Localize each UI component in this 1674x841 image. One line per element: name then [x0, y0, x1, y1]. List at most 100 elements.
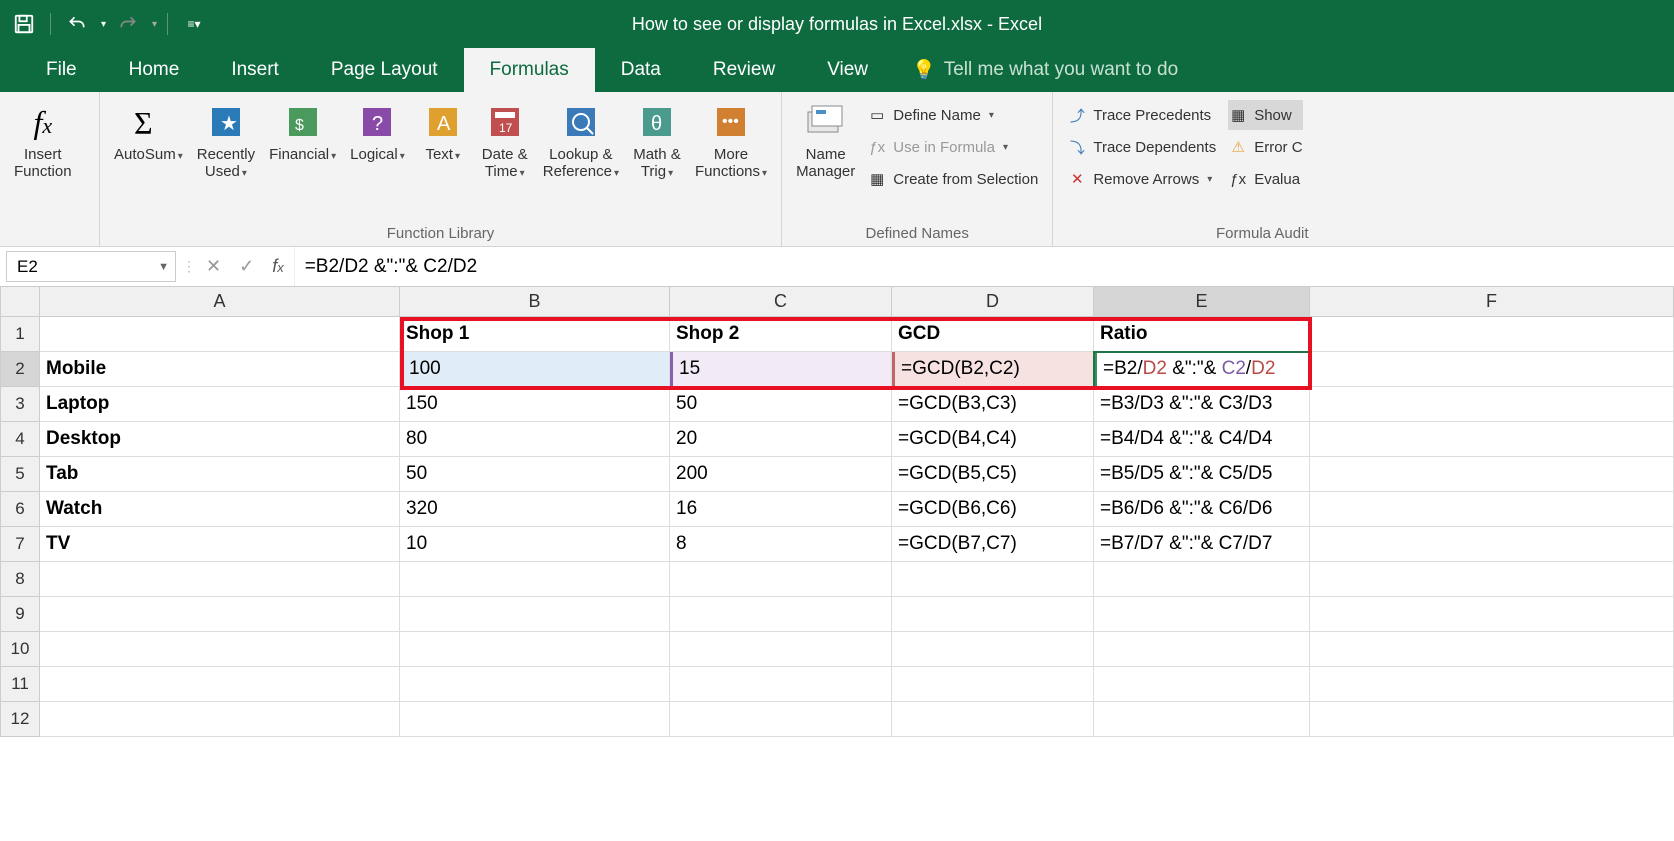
- enter-formula-button[interactable]: ✓: [239, 256, 254, 277]
- cancel-formula-button[interactable]: ✕: [206, 256, 221, 277]
- tab-home[interactable]: Home: [103, 48, 206, 92]
- tab-file[interactable]: File: [20, 48, 103, 92]
- show-formulas-button[interactable]: ▦Show: [1228, 100, 1302, 130]
- row-header-8[interactable]: 8: [0, 562, 40, 597]
- cell-F3[interactable]: [1310, 387, 1674, 422]
- cell-C2[interactable]: 15: [670, 352, 892, 387]
- fx-button[interactable]: fx: [272, 256, 284, 277]
- cell-A3[interactable]: Laptop: [40, 387, 400, 422]
- library-more-functions-button[interactable]: •••More Functions▾: [689, 96, 773, 181]
- column-header-E[interactable]: E: [1094, 287, 1310, 317]
- tab-formulas[interactable]: Formulas: [464, 48, 595, 92]
- formula-input[interactable]: =B2/D2 &":"& C2/D2: [294, 247, 1674, 286]
- row-header-10[interactable]: 10: [0, 632, 40, 667]
- cell-A10[interactable]: [40, 632, 400, 667]
- column-header-C[interactable]: C: [670, 287, 892, 317]
- cell-D3[interactable]: =GCD(B3,C3): [892, 387, 1094, 422]
- remove-arrows-button[interactable]: ✕Remove Arrows▾: [1067, 164, 1216, 194]
- undo-button[interactable]: [61, 10, 93, 38]
- row-header-11[interactable]: 11: [0, 667, 40, 702]
- cell-F11[interactable]: [1310, 667, 1674, 702]
- library-date-time-button[interactable]: 17Date & Time▾: [475, 96, 535, 181]
- cell-A4[interactable]: Desktop: [40, 422, 400, 457]
- cell-D2[interactable]: =GCD(B2,C2): [892, 352, 1094, 387]
- column-header-F[interactable]: F: [1310, 287, 1674, 317]
- cell-C10[interactable]: [670, 632, 892, 667]
- cell-F10[interactable]: [1310, 632, 1674, 667]
- cell-C5[interactable]: 200: [670, 457, 892, 492]
- row-header-5[interactable]: 5: [0, 457, 40, 492]
- cell-E11[interactable]: [1094, 667, 1310, 702]
- cell-D5[interactable]: =GCD(B5,C5): [892, 457, 1094, 492]
- library-math-trig-button[interactable]: θMath & Trig▾: [627, 96, 687, 181]
- cell-D4[interactable]: =GCD(B4,C4): [892, 422, 1094, 457]
- cell-D12[interactable]: [892, 702, 1094, 737]
- evaluate-formula-button[interactable]: ƒxEvalua: [1228, 164, 1302, 194]
- use-in-formula-button[interactable]: ƒxUse in Formula▾: [867, 132, 1038, 162]
- name-box[interactable]: E2 ▼: [6, 251, 176, 282]
- cell-C12[interactable]: [670, 702, 892, 737]
- tab-insert[interactable]: Insert: [205, 48, 305, 92]
- cell-D11[interactable]: [892, 667, 1094, 702]
- cell-A6[interactable]: Watch: [40, 492, 400, 527]
- cell-F6[interactable]: [1310, 492, 1674, 527]
- cell-D7[interactable]: =GCD(B7,C7): [892, 527, 1094, 562]
- cell-A1[interactable]: [40, 317, 400, 352]
- cell-A9[interactable]: [40, 597, 400, 632]
- cell-B7[interactable]: 10: [400, 527, 670, 562]
- undo-dropdown-icon[interactable]: ▾: [101, 19, 106, 30]
- library-lookup-reference-button[interactable]: Lookup & Reference▾: [537, 96, 625, 181]
- row-header-3[interactable]: 3: [0, 387, 40, 422]
- cell-A5[interactable]: Tab: [40, 457, 400, 492]
- column-header-A[interactable]: A: [40, 287, 400, 317]
- cell-B2[interactable]: 100: [400, 352, 670, 387]
- library-text-button[interactable]: AText▾: [413, 96, 473, 181]
- tab-data[interactable]: Data: [595, 48, 687, 92]
- cell-B1[interactable]: Shop 1: [400, 317, 670, 352]
- cell-E4[interactable]: =B4/D4 &":"& C4/D4: [1094, 422, 1310, 457]
- cell-F8[interactable]: [1310, 562, 1674, 597]
- cell-C7[interactable]: 8: [670, 527, 892, 562]
- row-header-6[interactable]: 6: [0, 492, 40, 527]
- cell-F1[interactable]: [1310, 317, 1674, 352]
- name-manager-button[interactable]: Name Manager: [790, 96, 861, 198]
- cell-C11[interactable]: [670, 667, 892, 702]
- cell-D8[interactable]: [892, 562, 1094, 597]
- cell-D9[interactable]: [892, 597, 1094, 632]
- library-recently-used-button[interactable]: ★Recently Used▾: [191, 96, 261, 181]
- row-header-4[interactable]: 4: [0, 422, 40, 457]
- cell-F4[interactable]: [1310, 422, 1674, 457]
- row-header-2[interactable]: 2: [0, 352, 40, 387]
- cell-C3[interactable]: 50: [670, 387, 892, 422]
- row-header-7[interactable]: 7: [0, 527, 40, 562]
- cell-E9[interactable]: [1094, 597, 1310, 632]
- cell-B5[interactable]: 50: [400, 457, 670, 492]
- save-button[interactable]: [8, 10, 40, 38]
- cell-B4[interactable]: 80: [400, 422, 670, 457]
- cell-C8[interactable]: [670, 562, 892, 597]
- cell-A12[interactable]: [40, 702, 400, 737]
- cell-C4[interactable]: 20: [670, 422, 892, 457]
- cell-B9[interactable]: [400, 597, 670, 632]
- library-financial-button[interactable]: $Financial▾: [263, 96, 342, 181]
- cell-A11[interactable]: [40, 667, 400, 702]
- select-all-corner[interactable]: [0, 287, 40, 317]
- cell-D1[interactable]: GCD: [892, 317, 1094, 352]
- cell-A7[interactable]: TV: [40, 527, 400, 562]
- cell-B12[interactable]: [400, 702, 670, 737]
- create-from-selection-button[interactable]: ▦Create from Selection: [867, 164, 1038, 194]
- insert-function-button[interactable]: fx Insert Function: [8, 96, 78, 181]
- cell-B8[interactable]: [400, 562, 670, 597]
- cell-F2[interactable]: [1310, 352, 1674, 387]
- library-logical-button[interactable]: ?Logical▾: [344, 96, 411, 181]
- cell-F12[interactable]: [1310, 702, 1674, 737]
- cell-E5[interactable]: =B5/D5 &":"& C5/D5: [1094, 457, 1310, 492]
- cell-B10[interactable]: [400, 632, 670, 667]
- cell-F5[interactable]: [1310, 457, 1674, 492]
- column-header-D[interactable]: D: [892, 287, 1094, 317]
- cell-D6[interactable]: =GCD(B6,C6): [892, 492, 1094, 527]
- cell-B6[interactable]: 320: [400, 492, 670, 527]
- row-header-12[interactable]: 12: [0, 702, 40, 737]
- tab-review[interactable]: Review: [687, 48, 801, 92]
- chevron-down-icon[interactable]: ▼: [158, 261, 169, 273]
